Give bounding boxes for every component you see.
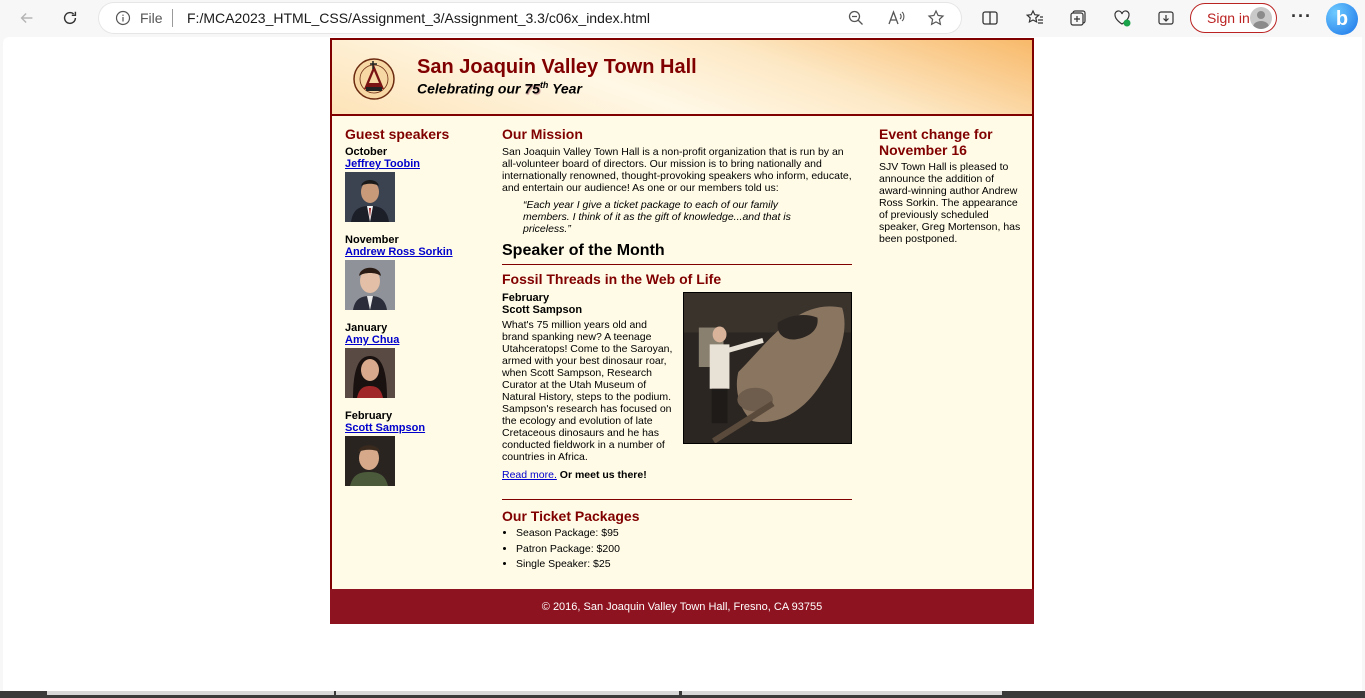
browser-toolbar: File F:/MCA2023_HTML_CSS/Assignment_3/As… [0,0,1365,37]
taskbar-segment [682,691,1002,695]
split-screen-icon[interactable] [980,8,1000,28]
read-more-line: Read more. Or meet us there! [502,469,852,481]
town-hall-logo [353,58,395,100]
browser-essentials-icon[interactable] [1112,8,1132,28]
sign-in-button[interactable]: Sign in [1190,3,1277,33]
article-description: What's 75 million years old and brand sp… [502,319,673,463]
speaker-entry: November Andrew Ross Sorkin [345,234,495,310]
address-divider [172,9,173,27]
ticket-item: Patron Package: $200 [516,542,852,558]
speaker-month: January [345,322,388,334]
back-arrow-icon[interactable] [13,4,41,32]
read-more-link[interactable]: Read more. [502,469,557,481]
site-tagline: Celebrating our 75th Year [417,80,582,97]
favorites-icon[interactable] [1025,8,1045,28]
toobin-photo[interactable] [345,172,395,222]
info-icon[interactable] [115,10,131,26]
favorite-star-icon[interactable] [927,9,945,27]
meet-us-text: Or meet us there! [559,469,647,481]
profile-avatar-icon [1250,7,1272,29]
dinosaur-skull-photo [683,292,852,444]
main-content: Our Mission San Joaquin Valley Town Hall… [502,126,852,573]
event-text: SJV Town Hall is pleased to announce the… [879,161,1021,245]
taskbar-segment [336,691,679,695]
tagline-number: 75 [524,80,540,97]
section-divider [502,499,852,500]
footer-copyright: © 2016, San Joaquin Valley Town Hall, Fr… [541,600,823,613]
site-header: San Joaquin Valley Town Hall Celebrating… [332,40,1032,116]
member-quote: “Each year I give a ticket package to ea… [523,199,791,235]
speaker-link-toobin[interactable]: Jeffrey Toobin [345,158,495,170]
site-footer: © 2016, San Joaquin Valley Town Hall, Fr… [330,589,1034,624]
speaker-link-sorkin[interactable]: Andrew Ross Sorkin [345,246,495,258]
speaker-article: February Scott Sampson What's 75 million… [502,292,852,489]
reload-icon[interactable] [56,4,84,32]
url-text[interactable]: F:/MCA2023_HTML_CSS/Assignment_3/Assignm… [187,10,650,26]
guest-speakers-sidebar: Guest speakers October Jeffrey Toobin No… [345,126,495,498]
bing-copilot-icon[interactable]: b [1326,3,1358,35]
ticket-list: Season Package: $95 Patron Package: $200… [516,526,852,573]
speaker-entry: February Scott Sampson [345,410,495,486]
speaker-entry: January Amy Chua [345,322,495,398]
taskbar-segment [47,691,334,695]
mission-text: San Joaquin Valley Town Hall is a non-pr… [502,146,852,194]
read-aloud-icon[interactable] [887,9,905,27]
speaker-link-chua[interactable]: Amy Chua [345,334,495,346]
sign-in-label: Sign in [1207,10,1250,26]
zoom-out-icon[interactable] [847,9,865,27]
speaker-month: October [345,146,388,158]
file-scheme-label: File [140,10,163,26]
more-menu-icon[interactable]: ··· [1291,6,1312,27]
chua-photo[interactable] [345,348,395,398]
tagline-prefix: Celebrating our [417,80,525,97]
ticket-item: Single Speaker: $25 [516,557,852,573]
collections-icon[interactable] [1068,8,1088,28]
speaker-link-sampson[interactable]: Scott Sampson [345,422,495,434]
event-sidebar: Event change for November 16 SJV Town Ha… [879,126,1024,245]
sampson-photo[interactable] [345,436,395,486]
mission-heading: Our Mission [502,126,583,142]
site-container: San Joaquin Valley Town Hall Celebrating… [330,38,1034,624]
address-bar[interactable]: File F:/MCA2023_HTML_CSS/Assignment_3/As… [99,3,961,33]
downloads-icon[interactable] [1156,8,1176,28]
guest-speakers-heading: Guest speakers [345,126,450,142]
taskbar-strip [0,691,1365,698]
tickets-heading: Our Ticket Packages [502,508,640,524]
speaker-month: November [345,234,399,246]
event-heading: Event change for November 16 [879,126,993,158]
speaker-month: February [345,410,393,422]
talk-title: Fossil Threads in the Web of Life [502,271,722,287]
tagline-suffix: Year [548,80,582,97]
sorkin-photo[interactable] [345,260,395,310]
speaker-of-month-heading: Speaker of the Month [502,242,852,265]
ticket-item: Season Package: $95 [516,526,852,542]
speaker-entry: October Jeffrey Toobin [345,146,495,222]
site-title: San Joaquin Valley Town Hall [417,56,697,78]
